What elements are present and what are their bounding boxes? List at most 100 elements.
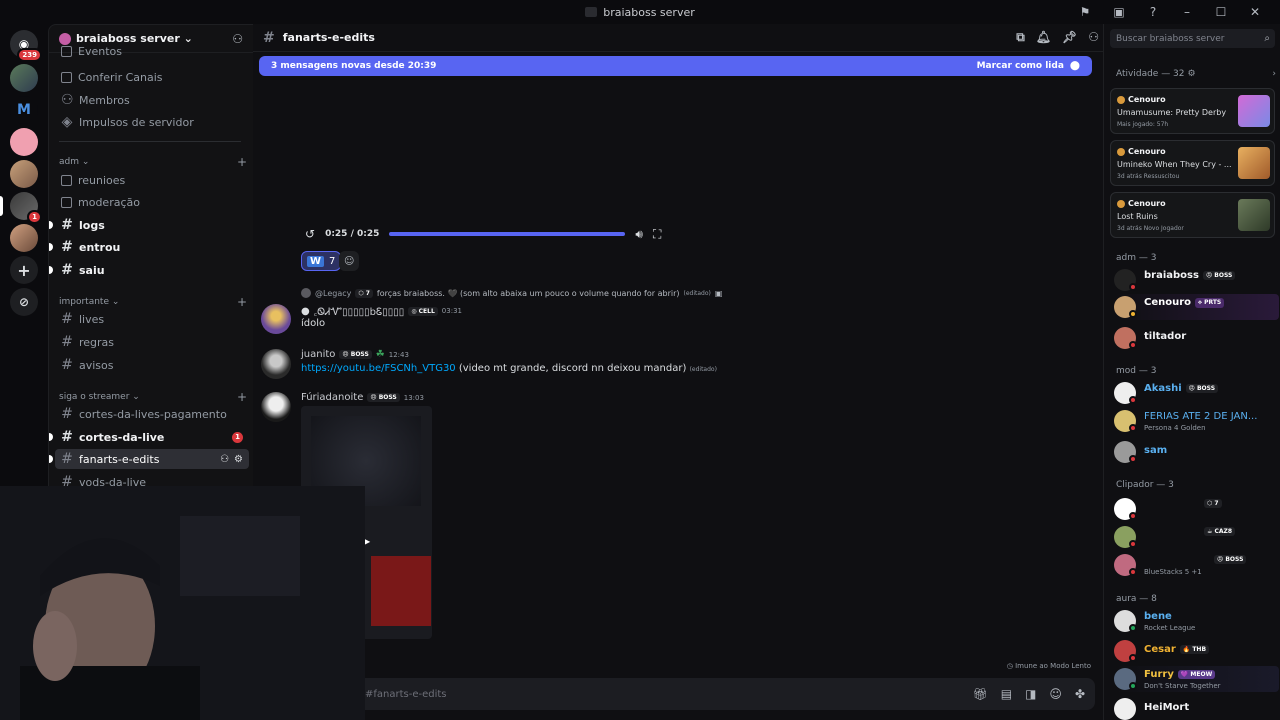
member-name: Cesar <box>1144 644 1176 655</box>
member-sam[interactable]: sam <box>1114 439 1279 465</box>
youtube-link[interactable]: https://youtu.be/FSCNh_VTG30 <box>301 363 456 374</box>
pin-icon[interactable]: 📌︎ <box>1062 30 1077 45</box>
member-clipador-1[interactable]: ⬡ 7 <box>1114 496 1279 522</box>
invite-icon[interactable]: ⚇ <box>232 32 243 46</box>
avatar[interactable] <box>261 349 291 379</box>
threads-icon[interactable]: ⧉ <box>1016 30 1025 45</box>
fullscreen-icon[interactable]: ⛶ <box>653 227 661 242</box>
apps-icon[interactable]: ✤ <box>1075 687 1085 701</box>
category-adm[interactable]: adm ⌄ + <box>59 155 247 169</box>
sidebar-item-members[interactable]: ⚇ Membros <box>55 90 249 110</box>
user-tag-text: BOSS <box>350 351 369 358</box>
channel-reunioes[interactable]: reunioes <box>55 170 249 190</box>
server-icon-1[interactable] <box>10 64 38 92</box>
search-input[interactable]: Buscar braiaboss server ⌕ <box>1110 29 1275 48</box>
reply-reference[interactable]: @Legacy ⬡ 7 forças braiaboss. 🖤 (som alt… <box>301 288 722 298</box>
emoji-icon[interactable]: ☺ <box>1049 687 1062 701</box>
member-heimort[interactable]: HeiMort <box>1114 696 1279 720</box>
direct-messages-button[interactable]: ◉ 239 <box>10 30 42 62</box>
sticker-icon[interactable]: ◨ <box>1025 687 1036 701</box>
member-clipador-2[interactable]: ☕ CAZ8 <box>1114 524 1279 550</box>
member-cesar[interactable]: Cesar 🔥 THB <box>1114 638 1279 664</box>
gif-icon[interactable]: ▤ <box>1001 687 1012 701</box>
avatar[interactable] <box>261 392 291 422</box>
sidebar-item-boosts[interactable]: ◈ Impulsos de servidor <box>55 112 249 132</box>
author-name[interactable]: juanito <box>301 349 335 360</box>
close-button[interactable]: ✕ <box>1240 3 1270 21</box>
invite-icon[interactable]: ⚇ <box>220 454 229 465</box>
screen-share-icon[interactable]: ▣ <box>1104 3 1134 21</box>
member-tiltador[interactable]: tiltador <box>1114 325 1279 351</box>
activity-card[interactable]: Cenouro Lost Ruins 3d atrás Novo Jogador <box>1110 192 1275 238</box>
sidebar-item-label: Conferir Canais <box>78 70 163 84</box>
channel-regras[interactable]: # regras <box>55 332 249 352</box>
status-dnd-icon <box>1129 455 1137 463</box>
member-bene[interactable]: bene Rocket League <box>1114 608 1279 634</box>
member-akashi[interactable]: Akashi 😠 BOSS <box>1114 380 1279 406</box>
server-icon-braiaboss[interactable]: 1 <box>10 192 42 224</box>
inbox-flag-icon[interactable]: ⚑ <box>1070 3 1100 21</box>
add-channel-icon[interactable]: + <box>237 155 247 169</box>
avatar[interactable] <box>261 304 291 334</box>
add-channel-icon[interactable]: + <box>237 295 247 309</box>
channel-cortes-da-live[interactable]: # cortes-da-live 1 <box>49 427 249 447</box>
member-cenouro[interactable]: Cenouro ⟡ PRTS <box>1114 294 1279 320</box>
member-name: bene <box>1144 611 1172 622</box>
help-icon[interactable]: ? <box>1138 3 1168 21</box>
calendar-icon <box>61 45 72 57</box>
message-header: Fúriadanoite 😠 BOSS 13:03 <box>301 392 424 403</box>
maximize-button[interactable]: ☐ <box>1206 3 1236 21</box>
channel-fanarts-e-edits[interactable]: # fanarts-e-edits ⚇ ⚙ <box>49 449 249 469</box>
mention-badge: 1 <box>232 431 243 443</box>
category-label: adm ⌄ <box>59 157 90 167</box>
gear-icon[interactable]: ⚙ <box>1188 69 1196 79</box>
channel-lives[interactable]: # lives <box>55 309 249 329</box>
channel-moderacao[interactable]: moderação <box>55 192 249 212</box>
replay-icon[interactable]: ↺ <box>305 227 315 241</box>
message-input[interactable]: #fanarts-e-edits 🎁︎ ▤ ◨ ☺ ✤ <box>353 678 1095 710</box>
bell-icon[interactable]: 🔔︎ <box>1036 30 1051 45</box>
server-icon-6[interactable] <box>10 224 38 252</box>
member-braiaboss[interactable]: braiaboss 😠 BOSS <box>1114 267 1279 293</box>
chevron-right-icon[interactable]: › <box>1272 69 1276 79</box>
webcam-overlay <box>0 486 365 720</box>
channel-avisos[interactable]: # avisos <box>55 355 249 375</box>
activity-card[interactable]: Cenouro Umineko When They Cry - ... 3d a… <box>1110 140 1275 186</box>
add-channel-icon[interactable]: + <box>237 390 247 404</box>
progress-bar[interactable] <box>389 232 626 236</box>
member-furry[interactable]: Furry 💜 MEOW Don't Starve Together <box>1114 666 1279 692</box>
discover-icon[interactable]: ⊘ <box>10 288 38 316</box>
activity-card[interactable]: Cenouro Umamusume: Pretty Derby Mais jog… <box>1110 88 1275 134</box>
user-tag-text: BOSS <box>378 394 397 401</box>
new-messages-bar[interactable]: 3 mensagens novas desde 20:39 Marcar com… <box>259 56 1092 76</box>
reaction-w[interactable]: W 7 <box>301 251 342 271</box>
server-icon-4[interactable] <box>10 160 38 188</box>
browse-icon <box>61 71 72 83</box>
category-importante[interactable]: importante ⌄ + <box>59 295 247 309</box>
member-tag-text: PRTS <box>1204 298 1222 306</box>
category-streamer[interactable]: siga o streamer ⌄ + <box>59 390 247 404</box>
sidebar-item-browse-channels[interactable]: Conferir Canais <box>55 67 249 87</box>
window-titlebar: braiaboss server ⚑ ▣ ? – ☐ ✕ <box>0 0 1280 24</box>
member-clipador-3[interactable]: 😠 BOSS BlueStacks 5 +1 <box>1114 552 1279 578</box>
server-icon-3[interactable] <box>10 128 38 156</box>
user-avatar-icon <box>1117 199 1125 208</box>
add-reaction-button[interactable]: ☺ <box>339 251 360 271</box>
add-server-icon[interactable]: + <box>10 256 38 284</box>
gear-icon[interactable]: ⚙ <box>234 454 243 465</box>
channel-entrou[interactable]: # entrou <box>49 237 249 257</box>
minimize-button[interactable]: – <box>1172 3 1202 21</box>
member-list-icon[interactable]: ⚇ <box>1088 30 1099 45</box>
author-name[interactable]: ꜀ᏫᏗᏉ▯▯▯▯▯bᏋ▯▯▯▯ <box>314 304 405 318</box>
sidebar-item-events[interactable]: Eventos <box>55 45 249 57</box>
mark-read-button[interactable]: Marcar como lida <box>977 61 1064 71</box>
card-status: 3d atrás Novo Jogador <box>1117 225 1184 232</box>
channel-cortes-pagamento[interactable]: # cortes-da-lives-pagamento <box>55 404 249 424</box>
server-icon-m[interactable]: M <box>10 96 38 124</box>
volume-icon[interactable]: 🔊︎ <box>635 227 643 242</box>
channel-logs[interactable]: # logs <box>49 215 249 235</box>
author-name[interactable]: Fúriadanoite <box>301 392 363 403</box>
member-ferias[interactable]: FERIAS ATE 2 DE JAN... Persona 4 Golden <box>1114 408 1279 434</box>
channel-saiu[interactable]: # saiu <box>49 260 249 280</box>
gift-icon[interactable]: 🎁︎ <box>973 687 988 701</box>
